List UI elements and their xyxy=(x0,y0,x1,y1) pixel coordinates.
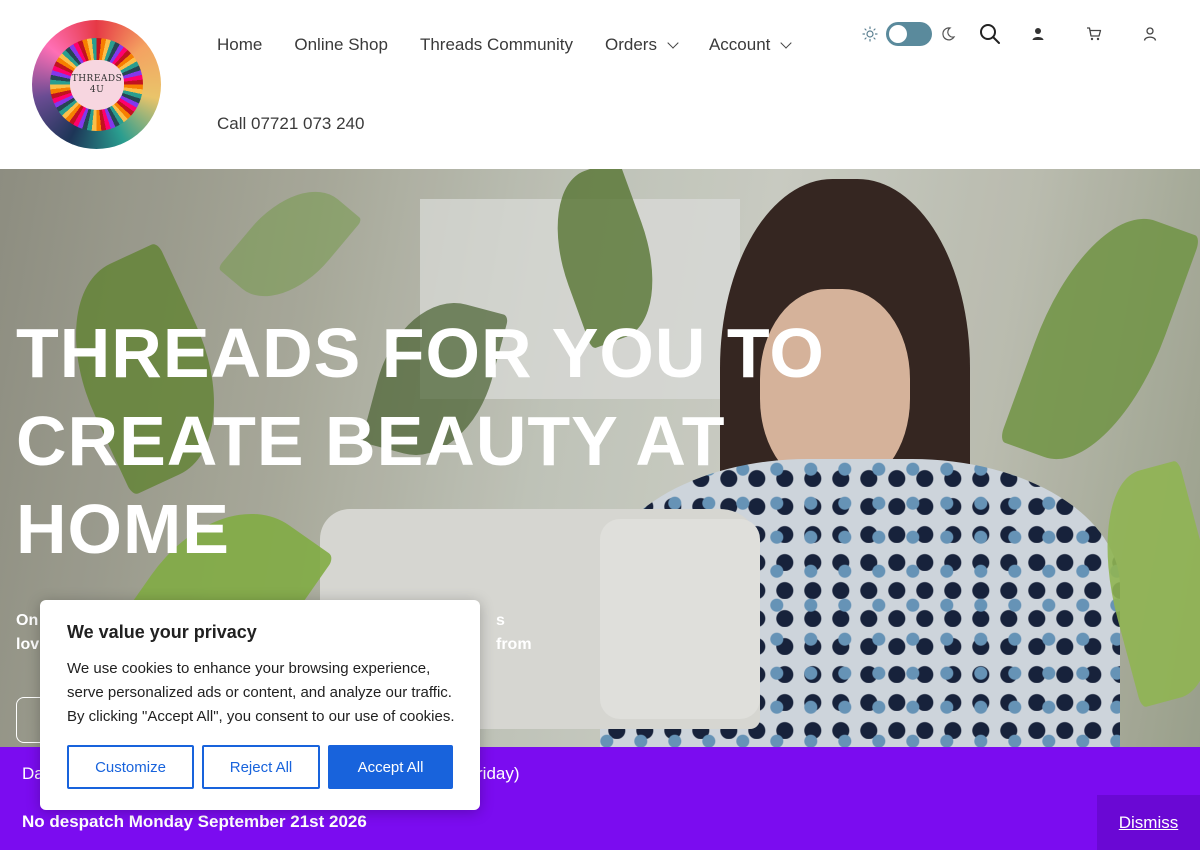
main-nav: Home Online Shop Threads Community Order… xyxy=(217,0,822,90)
nav-item-online-shop[interactable]: Online Shop xyxy=(294,35,388,55)
notice-line-2: No despatch Monday September 21st 2026 xyxy=(22,812,367,831)
header-tools xyxy=(862,20,1158,48)
hero-subtitle-start: On xyxy=(16,612,39,629)
logo-heart: THREADS 4U xyxy=(70,60,124,110)
nav-item-label: Home xyxy=(217,35,263,54)
nav-item-label: Account xyxy=(708,35,771,54)
nav-item-orders[interactable]: Orders xyxy=(605,35,679,55)
logo-text-line-1: THREADS xyxy=(71,74,123,84)
site-logo[interactable]: THREADS 4U xyxy=(32,20,161,149)
dismiss-button[interactable]: Dismiss xyxy=(1097,795,1200,850)
chevron-down-icon xyxy=(780,37,793,49)
nav-item-label: Threads Community xyxy=(419,35,573,54)
nav-item-threads-community[interactable]: Threads Community xyxy=(420,35,573,55)
cart-icon[interactable] xyxy=(1086,26,1102,42)
theme-toggle[interactable] xyxy=(886,22,932,46)
nav-item-home[interactable]: Home xyxy=(217,35,262,55)
customize-button[interactable]: Customize xyxy=(67,745,194,789)
cookie-consent-dialog: We value your privacy We use cookies to … xyxy=(40,600,480,810)
hero-subtitle-line2-start: lov xyxy=(16,636,40,653)
logo-text-line-2: 4U xyxy=(89,85,105,95)
notice-line-1-end: riday) xyxy=(477,764,520,783)
theme-toggle-knob xyxy=(889,25,907,43)
nav-item-label: Online Shop xyxy=(294,35,388,54)
reject-all-button[interactable]: Reject All xyxy=(202,745,320,789)
cookie-text: We use cookies to enhance your browsing … xyxy=(67,660,455,725)
hero-subtitle-end: s from xyxy=(496,612,532,653)
sun-icon xyxy=(862,26,878,42)
site-header: THREADS 4U Home Online Shop Threads Comm… xyxy=(0,0,1200,169)
cookie-title: We value your privacy xyxy=(67,622,257,642)
call-link[interactable]: Call 07721 073 240 xyxy=(217,114,364,134)
moon-icon xyxy=(940,26,956,42)
user-icon[interactable] xyxy=(1030,26,1046,42)
accept-all-button[interactable]: Accept All xyxy=(328,745,453,789)
nav-item-account[interactable]: Account xyxy=(708,35,793,55)
chevron-down-icon xyxy=(667,37,679,49)
hero-title: THREADS FOR YOU TO CREATE BEAUTY AT HOME xyxy=(16,314,825,568)
search-icon[interactable] xyxy=(978,22,1002,46)
nav-item-label: Orders xyxy=(605,35,657,54)
account-icon[interactable] xyxy=(1142,26,1158,42)
